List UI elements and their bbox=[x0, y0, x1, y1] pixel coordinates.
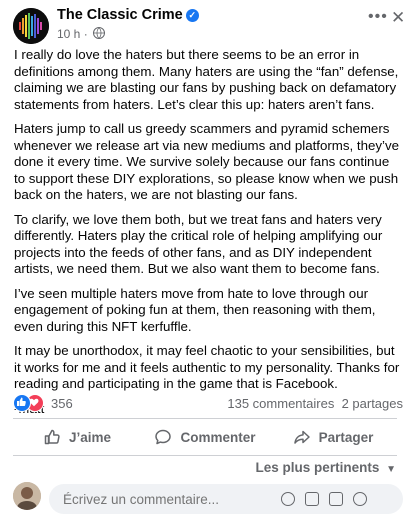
divider bbox=[13, 418, 397, 419]
post-paragraph: Haters jump to call us greedy scammers a… bbox=[14, 121, 400, 202]
post-paragraph: I really do love the haters but there se… bbox=[14, 47, 399, 112]
meta-separator: · bbox=[83, 27, 88, 41]
comment-sort-dropdown[interactable]: Les plus pertinents ▼ bbox=[256, 460, 396, 475]
comment-input-box[interactable] bbox=[49, 484, 403, 514]
comment-composer bbox=[13, 482, 403, 514]
sort-label: Les plus pertinents bbox=[255, 460, 380, 475]
comment-button[interactable]: Commenter bbox=[141, 421, 269, 453]
share-arrow-icon bbox=[293, 430, 310, 444]
caret-down-icon: ▼ bbox=[386, 464, 396, 475]
page-avatar[interactable] bbox=[13, 8, 49, 44]
speech-bubble-icon bbox=[155, 429, 172, 445]
globe-icon bbox=[93, 27, 106, 39]
like-label: J’aime bbox=[68, 429, 112, 445]
comment-label: Commenter bbox=[180, 429, 256, 445]
page-name-row: The Classic Crime ✓ bbox=[57, 7, 199, 23]
close-icon[interactable]: ✕ bbox=[391, 9, 407, 27]
post-paragraph: It may be unorthodox, it may feel chaoti… bbox=[14, 343, 400, 391]
comment-count[interactable]: 135 commentaires bbox=[227, 396, 334, 411]
reactions-bar: 356 135 commentaires 2 partages bbox=[13, 393, 403, 413]
post-paragraph: I’ve seen multiple haters move from hate… bbox=[14, 285, 376, 334]
thumbs-up-icon bbox=[44, 429, 60, 445]
post-actions: J’aime Commenter Partager bbox=[13, 421, 397, 453]
more-dots-icon[interactable]: ••• bbox=[368, 9, 388, 26]
share-button[interactable]: Partager bbox=[269, 421, 397, 453]
engagement-stats: 135 commentaires 2 partages bbox=[227, 396, 403, 411]
verified-badge-icon: ✓ bbox=[185, 9, 199, 22]
post-header: The Classic Crime ✓ 10 h · ••• ✕ bbox=[0, 0, 410, 46]
post-time[interactable]: 10 h bbox=[57, 27, 80, 41]
divider bbox=[13, 455, 397, 456]
share-count[interactable]: 2 partages bbox=[342, 396, 403, 411]
post-paragraph: To clarify, we love them both, but we tr… bbox=[14, 211, 383, 277]
reaction-count[interactable]: 356 bbox=[51, 396, 73, 411]
like-button[interactable]: J’aime bbox=[13, 421, 141, 453]
post-body: I really do love the haters but there se… bbox=[14, 47, 402, 425]
page-name[interactable]: The Classic Crime bbox=[57, 7, 183, 23]
share-label: Partager bbox=[318, 429, 374, 445]
avatar[interactable] bbox=[13, 482, 41, 510]
sticker-icon[interactable] bbox=[353, 492, 367, 506]
like-reaction-icon[interactable] bbox=[13, 394, 31, 412]
post-meta: 10 h · bbox=[57, 27, 106, 41]
gif-icon[interactable] bbox=[329, 492, 343, 506]
camera-icon[interactable] bbox=[305, 492, 319, 506]
emoji-icon[interactable] bbox=[281, 492, 295, 506]
